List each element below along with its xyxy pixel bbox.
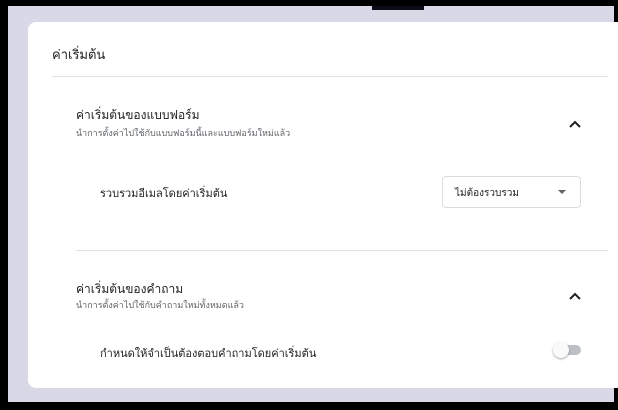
collect-email-selected-value: ไม่ต้องรวบรวม [455, 188, 519, 199]
page-background: ค่าเริ่มต้น ค่าเริ่มต้นของแบบฟอร์ม นำการ… [8, 6, 618, 402]
form-defaults-subtitle: นำการตั้งค่าไปใช้กับแบบฟอร์มนี้และแบบฟอร… [76, 129, 291, 139]
top-bar-fragment [372, 6, 424, 10]
question-defaults-subtitle: นำการตั้งค่าไปใช้กับคำถามใหม่ทั้งหมดแล้ว [76, 301, 244, 311]
chevron-up-icon [569, 292, 581, 300]
caret-down-icon [558, 190, 566, 194]
title-divider [52, 76, 608, 77]
chevron-up-icon [569, 120, 581, 128]
form-defaults-title: ค่าเริ่มต้นของแบบฟอร์ม [76, 108, 200, 122]
collect-email-label: รวบรวมอีเมลโดยค่าเริ่มต้น [100, 187, 228, 200]
question-defaults-title: ค่าเริ่มต้นของคำถาม [76, 282, 184, 296]
required-default-toggle[interactable] [553, 342, 583, 358]
section-divider [76, 250, 608, 251]
question-defaults-collapse-button[interactable] [565, 286, 585, 306]
required-default-label: กำหนดให้จำเป็นต้องตอบคำถามโดยค่าเริ่มต้น [100, 347, 317, 360]
card-title: ค่าเริ่มต้น [52, 48, 106, 63]
form-defaults-collapse-button[interactable] [565, 114, 585, 134]
defaults-card: ค่าเริ่มต้น ค่าเริ่มต้นของแบบฟอร์ม นำการ… [28, 22, 618, 388]
collect-email-select[interactable]: ไม่ต้องรวบรวม [442, 176, 581, 208]
toggle-thumb [553, 342, 569, 358]
